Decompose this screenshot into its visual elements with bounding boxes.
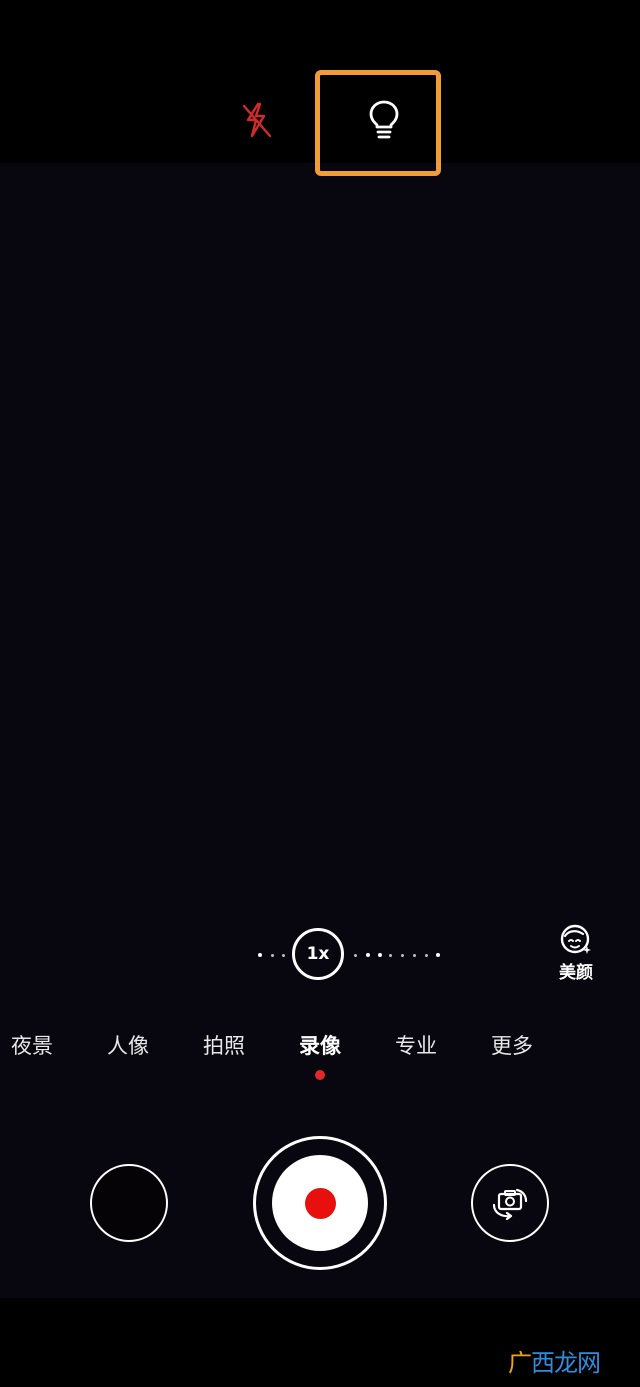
- zoom-dot: [258, 953, 262, 957]
- active-mode-indicator: [315, 1070, 325, 1080]
- beauty-label: 美颜: [559, 963, 593, 983]
- zoom-dot: [282, 954, 285, 957]
- zoom-dot: [271, 954, 274, 957]
- camera-screen: 1x 美颜 夜景 人像 拍照 录像 专业 更多 广 西 龙网: [0, 0, 640, 1387]
- mode-more[interactable]: 更多: [477, 1030, 547, 1060]
- face-beauty-icon: [560, 924, 591, 954]
- switch-camera-button[interactable]: [471, 1164, 549, 1242]
- mode-night[interactable]: 夜景: [0, 1030, 67, 1060]
- mode-video[interactable]: 录像: [285, 1030, 355, 1060]
- zoom-dot: [389, 954, 392, 957]
- flash-toggle-button[interactable]: [232, 96, 280, 144]
- zoom-dot: [425, 954, 428, 957]
- top-bar: [0, 0, 640, 163]
- record-button[interactable]: [253, 1136, 387, 1270]
- torch-button[interactable]: [356, 96, 412, 144]
- zoom-control[interactable]: 1x: [250, 928, 450, 984]
- watermark-part-1: 广: [508, 1348, 532, 1377]
- mode-pro[interactable]: 专业: [381, 1030, 451, 1060]
- shutter-inner: [272, 1155, 368, 1251]
- viewfinder[interactable]: [0, 163, 640, 1298]
- zoom-dot: [354, 954, 357, 957]
- record-dot-icon: [304, 1187, 336, 1219]
- zoom-dot: [401, 954, 404, 957]
- watermark-part-2: 西: [531, 1348, 555, 1377]
- flash-off-icon: [242, 102, 272, 138]
- lightbulb-icon: [369, 100, 399, 139]
- switch-camera-icon: [492, 1188, 528, 1221]
- zoom-dot: [436, 953, 440, 957]
- zoom-level-button[interactable]: 1x: [292, 928, 344, 980]
- mode-photo[interactable]: 拍照: [189, 1030, 259, 1060]
- beauty-button[interactable]: 美颜: [548, 922, 604, 992]
- mode-portrait[interactable]: 人像: [93, 1030, 163, 1060]
- zoom-dot: [413, 954, 416, 957]
- gallery-thumbnail-button[interactable]: [90, 1164, 168, 1242]
- zoom-dot: [378, 953, 382, 957]
- site-watermark: 广 西 龙网: [508, 1342, 618, 1378]
- mode-selector: 夜景 人像 拍照 录像 专业 更多: [0, 1030, 640, 1066]
- zoom-dot: [366, 953, 370, 957]
- watermark-part-3: 龙网: [554, 1348, 601, 1377]
